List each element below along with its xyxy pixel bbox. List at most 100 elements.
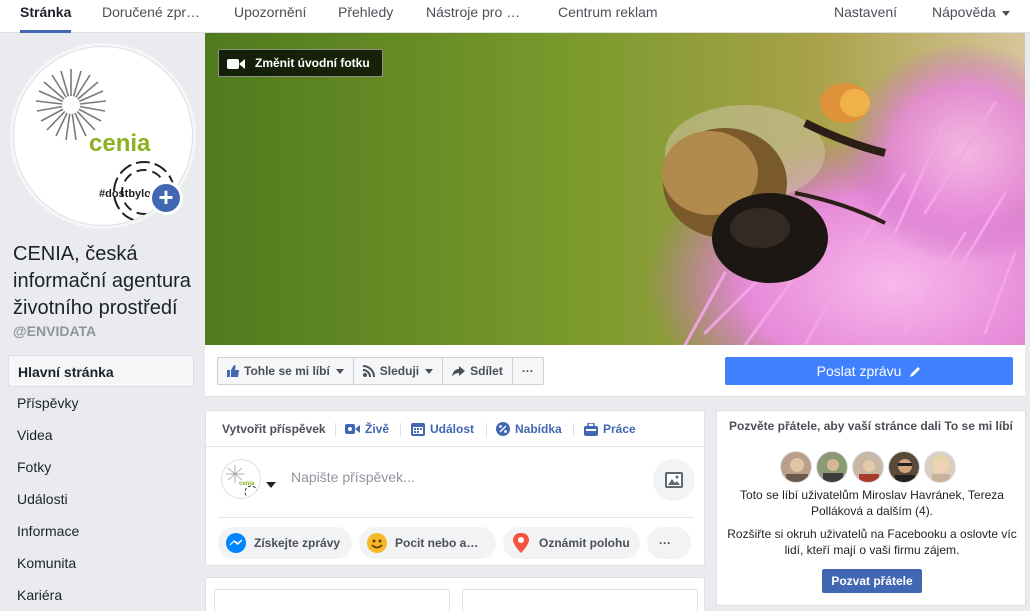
tab-create-post[interactable]: Vytvořit příspěvek (222, 411, 326, 447)
send-message-label: Poslat zprávu (816, 363, 902, 379)
liked-by-text: Toto se líbí uživatelům Miroslav Havráne… (740, 488, 1004, 518)
liked-by-avatars (780, 451, 960, 483)
help-menu[interactable]: Nápověda (932, 0, 1010, 33)
tab-inbox[interactable]: Doručené zpr… (102, 0, 200, 33)
share-arrow-icon (452, 365, 466, 377)
tab-jobs[interactable]: Práce (584, 411, 636, 447)
tab-event-label: Událost (430, 422, 475, 436)
feed-sub-card (214, 589, 450, 611)
get-messages-label: Získejte zprávy (254, 536, 341, 550)
divider (218, 517, 694, 518)
tab-notifications[interactable]: Upozornění (234, 0, 306, 33)
video-camera-icon (227, 58, 245, 69)
person-photo (823, 459, 843, 482)
divider (486, 423, 487, 437)
feeling-activity-label: Pocit nebo a… (395, 536, 479, 550)
avatar[interactable] (924, 451, 956, 483)
check-in-button[interactable]: Oznámit polohu (503, 527, 640, 559)
invite-friends-button[interactable]: Pozvat přátele (822, 569, 922, 593)
like-page-button[interactable]: Tohle se mi líbí (218, 358, 354, 384)
sidebar-item-about[interactable]: Informace (8, 515, 194, 547)
plus-icon: + (158, 182, 174, 212)
svg-text:#dostbylo: #dostbylo (99, 188, 151, 200)
change-cover-label: Změnit úvodní fotku (255, 56, 370, 70)
person-photo (895, 459, 915, 482)
like-label: Tohle se mi líbí (244, 364, 330, 378)
thumbs-up-icon (227, 365, 239, 377)
photo-icon (665, 472, 683, 488)
page-action-bar: Tohle se mi líbí Sleduji Sdílet ··· Posl… (205, 345, 1025, 397)
location-pin-icon (513, 533, 529, 553)
cenia-logo: cenia (226, 465, 258, 498)
cover-photo[interactable]: Změnit úvodní fotku (205, 33, 1025, 345)
follow-button[interactable]: Sleduji (354, 358, 444, 384)
tab-live-label: Živě (365, 422, 390, 436)
change-cover-button[interactable]: Změnit úvodní fotku (218, 49, 383, 77)
post-composer: Vytvořit příspěvek Živě Událost Nabídka … (205, 410, 705, 566)
sidebar-item-photos[interactable]: Fotky (8, 451, 194, 483)
tab-event[interactable]: Událost (411, 411, 474, 447)
briefcase-icon (584, 422, 598, 436)
share-button[interactable]: Sdílet (443, 358, 513, 384)
sidebar-item-community[interactable]: Komunita (8, 547, 194, 579)
page-selector-dropdown[interactable] (266, 476, 276, 494)
avatar[interactable] (780, 451, 812, 483)
feed-card (205, 577, 705, 611)
messenger-icon (226, 533, 246, 553)
tab-offer-label: Nabídka (515, 422, 562, 436)
person-photo (786, 458, 808, 482)
avatar[interactable] (888, 451, 920, 483)
tab-live[interactable]: Živě (345, 411, 389, 447)
page-username[interactable]: @ENVIDATA (13, 323, 96, 339)
live-video-icon (345, 424, 360, 434)
bee-on-flower-image (205, 33, 1025, 345)
more-actions-button[interactable]: ··· (513, 358, 543, 384)
sidebar-item-home[interactable]: Hlavní stránka (8, 355, 194, 387)
get-messages-button[interactable]: Získejte zprávy (218, 527, 352, 559)
chevron-down-icon (335, 368, 344, 374)
sidebar-item-jobs[interactable]: Kariéra (8, 579, 194, 611)
avatar[interactable] (852, 451, 884, 483)
add-profile-photo-button[interactable]: + (149, 181, 183, 215)
divider (335, 423, 336, 437)
pencil-icon (910, 367, 921, 378)
tab-publishing-tools[interactable]: Nástroje pro … (426, 0, 520, 33)
more-dots-icon: ··· (659, 536, 671, 550)
sidebar-item-events[interactable]: Události (8, 483, 194, 515)
post-text-input[interactable]: Napište příspěvek... (291, 469, 415, 485)
more-composer-options-button[interactable]: ··· (647, 527, 691, 559)
feeling-activity-button[interactable]: Pocit nebo a… (359, 527, 496, 559)
settings-link[interactable]: Nastavení (834, 0, 897, 33)
page-title[interactable]: CENIA, česká informační agentura životní… (13, 241, 203, 322)
left-column: cenia #dostbylo + CENIA, česká informačn… (0, 33, 205, 611)
more-dots-icon: ··· (521, 364, 534, 378)
person-photo (932, 455, 950, 482)
composer-page-avatar[interactable]: cenia (221, 459, 261, 499)
calendar-icon (411, 423, 425, 436)
svg-text:cenia: cenia (239, 481, 255, 487)
svg-text:cenia: cenia (89, 130, 151, 157)
avatar[interactable] (816, 451, 848, 483)
reach-description: Rozšiřte si okruh uživatelů na Facebooku… (727, 527, 1017, 557)
follow-label: Sleduji (379, 364, 420, 378)
tab-page[interactable]: Stránka (20, 0, 72, 33)
sidebar-item-posts[interactable]: Příspěvky (8, 387, 194, 419)
feed-sub-card (462, 589, 698, 611)
send-message-button[interactable]: Poslat zprávu (725, 357, 1013, 385)
tab-ad-center[interactable]: Centrum reklam (558, 0, 658, 33)
invite-card-title: Pozvěte přátele, aby vaší stránce dali T… (729, 419, 1013, 433)
top-navigation: Stránka Doručené zpr… Upozornění Přehled… (0, 0, 1030, 33)
invite-friends-card: Pozvěte přátele, aby vaší stránce dali T… (716, 410, 1026, 606)
sidebar-item-videos[interactable]: Videa (8, 419, 194, 451)
add-photo-button[interactable] (653, 459, 695, 501)
page-sidebar-nav: Hlavní stránka Příspěvky Videa Fotky Udá… (8, 355, 194, 611)
composer-tabs: Vytvořit příspěvek Živě Událost Nabídka … (206, 411, 704, 447)
smiley-icon (367, 533, 387, 553)
divider (400, 423, 401, 437)
help-label: Nápověda (932, 4, 996, 20)
tab-offer[interactable]: Nabídka (496, 411, 562, 447)
chevron-down-icon (266, 481, 276, 488)
tab-insights[interactable]: Přehledy (338, 0, 393, 33)
percent-tag-icon (496, 422, 510, 436)
divider (573, 423, 574, 437)
